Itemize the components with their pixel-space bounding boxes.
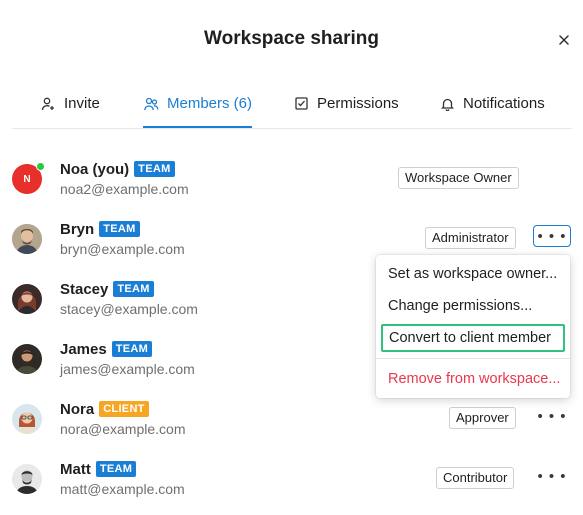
- tab-permissions-label: Permissions: [317, 95, 399, 112]
- bell-icon: [439, 96, 455, 112]
- team-badge: TEAM: [99, 221, 140, 237]
- dialog-title: Workspace sharing: [204, 28, 379, 49]
- convert-to-client-item[interactable]: Convert to client member: [381, 324, 565, 352]
- member-email: nora@example.com: [60, 421, 186, 437]
- member-name: Nora: [60, 400, 95, 418]
- workspace-sharing-dialog: Workspace sharing Invite Members (6) Per…: [0, 0, 583, 515]
- more-options-button[interactable]: • • •: [533, 465, 571, 487]
- member-name-line: James TEAM: [60, 339, 153, 359]
- member-name: Stacey: [60, 280, 109, 298]
- tab-members-label: Members (6): [167, 95, 253, 112]
- checkbox-icon: [293, 96, 309, 112]
- tab-members[interactable]: Members (6): [143, 80, 253, 128]
- tab-bar: Invite Members (6) Permissions Notificat…: [12, 80, 572, 129]
- role-dropdown[interactable]: Contributor: [436, 467, 515, 489]
- member-name: Bryn: [60, 220, 95, 238]
- person-add-icon: [40, 96, 56, 112]
- tab-notifications[interactable]: Notifications: [439, 80, 545, 127]
- team-badge: TEAM: [113, 281, 154, 297]
- role-dropdown[interactable]: Approver: [449, 407, 516, 429]
- people-icon: [143, 96, 159, 112]
- avatar: [12, 344, 42, 374]
- member-email: bryn@example.com: [60, 241, 185, 257]
- member-name-line: Stacey TEAM: [60, 279, 154, 299]
- member-row-nora: Nora CLIENT nora@example.com Approver • …: [12, 399, 572, 449]
- role-dropdown[interactable]: Administrator: [425, 227, 516, 249]
- tab-permissions[interactable]: Permissions: [293, 80, 399, 127]
- member-email: matt@example.com: [60, 481, 185, 497]
- close-icon[interactable]: [556, 32, 572, 48]
- member-name-line: Nora CLIENT: [60, 399, 149, 419]
- member-name-line: Noa (you) TEAM: [60, 159, 175, 179]
- remove-from-workspace-item[interactable]: Remove from workspace...: [388, 371, 560, 387]
- more-options-button[interactable]: • • •: [533, 225, 571, 247]
- member-row-matt: Matt TEAM matt@example.com Contributor •…: [12, 459, 572, 509]
- member-email: james@example.com: [60, 361, 195, 377]
- member-name: Matt: [60, 460, 91, 478]
- member-options-menu: Set as workspace owner... Change permiss…: [376, 255, 570, 398]
- menu-divider: [376, 358, 570, 359]
- tab-invite-label: Invite: [64, 95, 100, 112]
- member-row-noa: N Noa (you) TEAM noa2@example.com Worksp…: [12, 159, 572, 209]
- team-badge: TEAM: [111, 341, 153, 357]
- team-badge: TEAM: [134, 161, 175, 177]
- change-permissions-item[interactable]: Change permissions...: [388, 298, 532, 314]
- member-email: noa2@example.com: [60, 181, 189, 197]
- member-email: stacey@example.com: [60, 301, 198, 317]
- member-name-line: Matt TEAM: [60, 459, 137, 479]
- member-name: Noa (you): [60, 160, 130, 178]
- avatar: [12, 284, 42, 314]
- client-badge: CLIENT: [99, 401, 149, 417]
- member-name-line: Bryn TEAM: [60, 219, 140, 239]
- set-workspace-owner-item[interactable]: Set as workspace owner...: [388, 266, 557, 282]
- role-badge: Workspace Owner: [398, 167, 519, 189]
- avatar-initial: N: [23, 173, 31, 185]
- online-status-dot: [36, 162, 45, 171]
- member-name: James: [60, 340, 107, 358]
- avatar: [12, 464, 42, 494]
- more-options-button[interactable]: • • •: [533, 405, 571, 427]
- avatar: [12, 224, 42, 254]
- tab-notifications-label: Notifications: [463, 95, 545, 112]
- team-badge: TEAM: [95, 461, 137, 477]
- avatar: [12, 404, 42, 434]
- tab-invite[interactable]: Invite: [40, 80, 100, 127]
